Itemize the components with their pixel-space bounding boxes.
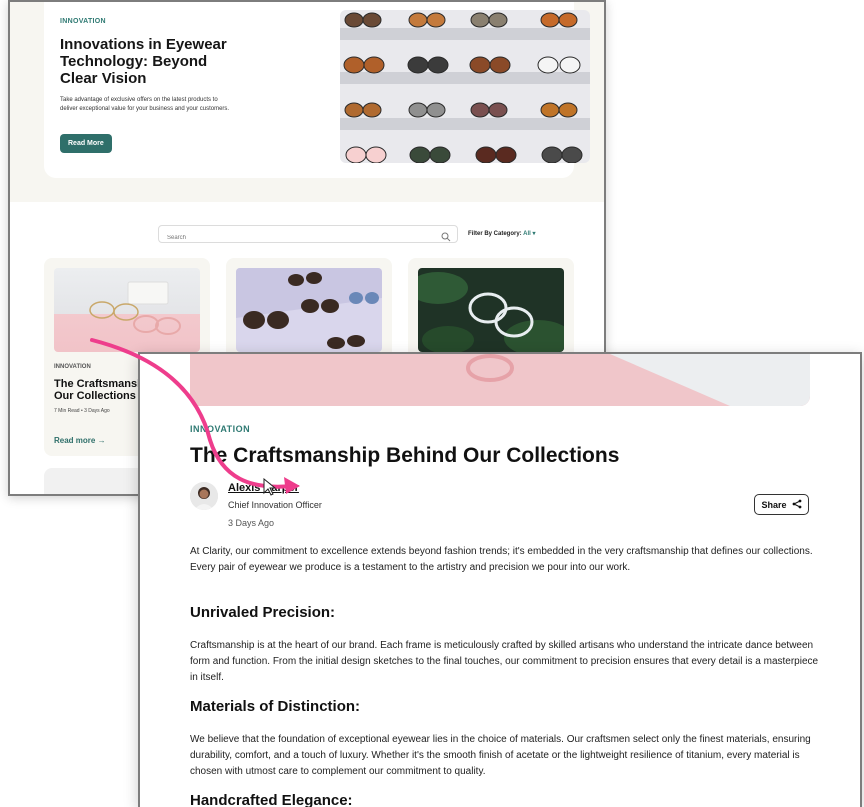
- section-heading: Handcrafted Elegance:: [190, 792, 353, 807]
- article-window: INNOVATION The Craftsmanship Behind Our …: [138, 352, 862, 807]
- author-portrait: [190, 482, 218, 510]
- hero-card: INNOVATION Innovations in Eyewear Techno…: [44, 2, 590, 178]
- share-button[interactable]: Share: [754, 494, 809, 515]
- hero-description: Take advantage of exclusive offers on th…: [60, 97, 230, 112]
- filter-value[interactable]: All: [523, 231, 531, 237]
- card-read-more-link[interactable]: Read more →: [54, 436, 106, 445]
- section-heading: Materials of Distinction:: [190, 698, 361, 715]
- card-meta: 7 Min Read • 3 Days Ago: [54, 408, 110, 414]
- hero-image-sunglasses-display: [340, 10, 590, 163]
- category-filter[interactable]: Filter By Category: All ▾: [468, 230, 536, 237]
- article-date: 3 Days Ago: [228, 518, 275, 528]
- search-icon[interactable]: [441, 229, 451, 247]
- card-image-clear-glasses-leaves: [418, 268, 564, 352]
- sunglasses-rows: [343, 12, 583, 163]
- cursor-icon: [262, 477, 277, 501]
- article-intro: At Clarity, our commitment to excellence…: [190, 546, 813, 573]
- share-icon: [792, 499, 802, 511]
- hero-title: Innovations in Eyewear Technology: Beyon…: [60, 36, 227, 87]
- clear-glasses-thumbnail: [418, 272, 564, 352]
- section-heading: Unrivaled Precision:: [190, 604, 336, 621]
- read-more-button[interactable]: Read More: [60, 134, 112, 153]
- search-bar[interactable]: [158, 225, 458, 246]
- filter-label: Filter By Category:: [468, 231, 522, 237]
- article-tag: INNOVATION: [190, 424, 251, 434]
- card-image-glasses-on-pink: [54, 268, 200, 352]
- pink-glasses-image: [190, 354, 810, 406]
- author-role: Chief Innovation Officer: [228, 500, 322, 510]
- glasses-thumbnail: [89, 281, 181, 335]
- card-image-sunglasses-shelf: [236, 268, 382, 352]
- article-title: The Craftsmanship Behind Our Collections: [190, 444, 620, 467]
- avatar: [190, 482, 218, 510]
- sunglasses-thumbnail: [236, 268, 382, 349]
- chevron-down-icon[interactable]: ▾: [532, 231, 535, 237]
- article-hero-image: [190, 354, 810, 406]
- section-body: Craftsmanship is at the heart of our bra…: [190, 640, 819, 683]
- section-body: We believe that the foundation of except…: [190, 734, 811, 777]
- search-input[interactable]: [159, 230, 429, 246]
- hero-tag: INNOVATION: [60, 18, 106, 25]
- screenshot-stage: INNOVATION Innovations in Eyewear Techno…: [0, 0, 864, 807]
- card-tag: INNOVATION: [54, 364, 91, 370]
- share-label: Share: [761, 499, 787, 510]
